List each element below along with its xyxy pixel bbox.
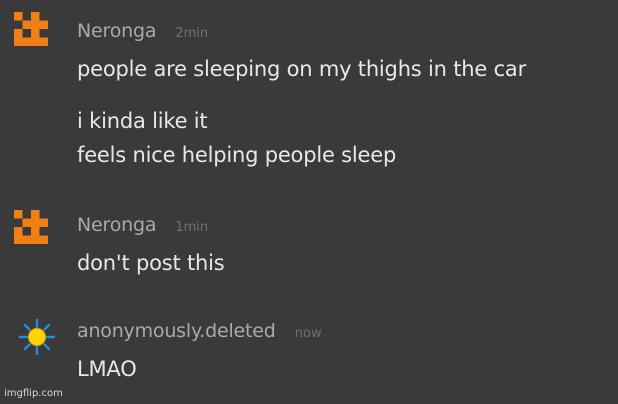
message-header: Neronga 2min bbox=[77, 20, 208, 42]
message-text: LMAO bbox=[77, 357, 137, 381]
neronga-pixel-avatar-icon[interactable] bbox=[14, 210, 48, 244]
message-header: Neronga 1min bbox=[77, 214, 208, 236]
chat-log: Neronga 2min people are sleeping on my t… bbox=[0, 0, 618, 404]
sun-avatar-icon[interactable] bbox=[18, 318, 56, 356]
message-header: anonymously.deleted now bbox=[77, 320, 322, 342]
neronga-pixel-avatar-icon[interactable] bbox=[14, 12, 48, 46]
message-text: i kinda like it bbox=[77, 109, 208, 133]
username[interactable]: Neronga bbox=[77, 20, 156, 42]
timestamp: 2min bbox=[175, 26, 209, 41]
message-text: feels nice helping people sleep bbox=[77, 143, 397, 167]
timestamp: 1min bbox=[175, 220, 209, 235]
message-text: people are sleeping on my thighs in the … bbox=[77, 57, 527, 81]
timestamp: now bbox=[294, 326, 322, 341]
username[interactable]: Neronga bbox=[77, 214, 156, 236]
watermark: imgflip.com bbox=[4, 388, 63, 399]
message-text: don't post this bbox=[77, 251, 225, 275]
username[interactable]: anonymously.deleted bbox=[77, 320, 276, 342]
